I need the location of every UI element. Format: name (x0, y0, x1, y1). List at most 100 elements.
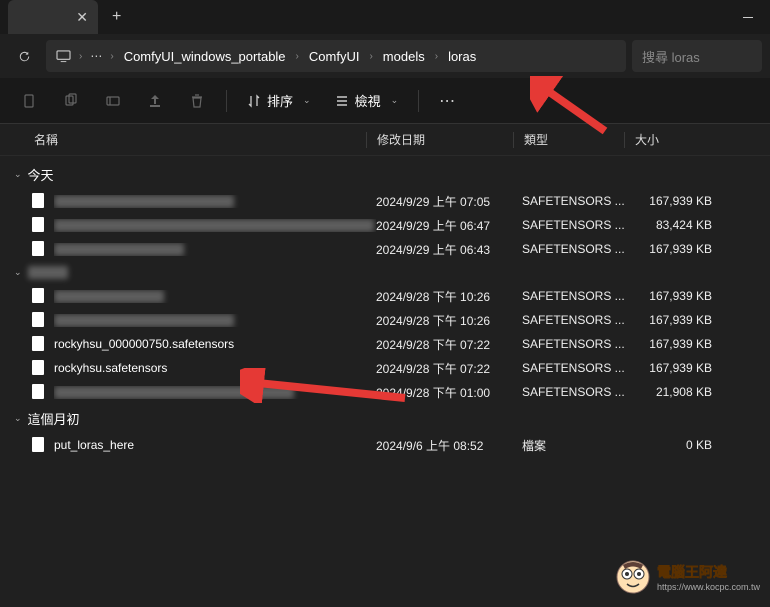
file-date: 2024/9/29 上午 06:47 (376, 217, 522, 234)
cut-icon (21, 93, 37, 109)
chevron-down-icon: ⌄ (14, 413, 22, 424)
close-tab-icon[interactable]: ✕ (76, 9, 88, 26)
share-button[interactable] (136, 83, 174, 119)
breadcrumb-item[interactable]: ComfyUI_windows_portable (118, 45, 292, 68)
file-size: 21,908 KB (632, 385, 722, 399)
file-icon (30, 360, 46, 376)
search-input[interactable]: 搜尋 loras (632, 40, 762, 72)
file-type: SAFETENSORS ... (522, 361, 632, 375)
copy-button[interactable] (52, 83, 90, 119)
delete-button[interactable] (178, 83, 216, 119)
file-type: 檔案 (522, 437, 632, 454)
file-name: put_loras_here (54, 438, 376, 452)
ellipsis-icon[interactable]: ⋯ (86, 49, 106, 63)
column-size[interactable]: 大小 (625, 131, 715, 148)
file-name (54, 219, 376, 232)
file-name (54, 386, 376, 399)
monitor-icon[interactable] (52, 50, 75, 63)
file-row[interactable]: put_loras_here2024/9/6 上午 08:52檔案0 KB (0, 433, 770, 457)
active-tab[interactable]: ✕ (8, 0, 98, 34)
chevron-down-icon: ⌄ (303, 95, 311, 106)
view-label: 檢視 (355, 91, 381, 110)
file-type: SAFETENSORS ... (522, 337, 632, 351)
file-date: 2024/9/28 下午 07:22 (376, 360, 522, 377)
file-row[interactable]: rockyhsu.safetensors2024/9/28 下午 07:22SA… (0, 356, 770, 380)
file-type: SAFETENSORS ... (522, 313, 632, 327)
file-name (54, 314, 376, 327)
file-icon (30, 312, 46, 328)
file-row[interactable]: 2024/9/29 上午 06:47SAFETENSORS ...83,424 … (0, 213, 770, 237)
file-row[interactable]: 2024/9/28 下午 10:26SAFETENSORS ...167,939… (0, 284, 770, 308)
breadcrumb[interactable]: › ⋯ › ComfyUI_windows_portable › ComfyUI… (46, 40, 626, 72)
cut-button[interactable] (10, 83, 48, 119)
file-size: 0 KB (632, 438, 722, 452)
file-name: rockyhsu.safetensors (54, 361, 376, 375)
file-size: 167,939 KB (632, 242, 722, 256)
file-icon (30, 384, 46, 400)
file-size: 167,939 KB (632, 337, 722, 351)
file-date: 2024/9/6 上午 08:52 (376, 437, 522, 454)
file-date: 2024/9/28 下午 10:26 (376, 312, 522, 329)
file-icon (30, 288, 46, 304)
file-row[interactable]: rockyhsu_000000750.safetensors2024/9/28 … (0, 332, 770, 356)
group-header[interactable]: ⌄今天 (0, 160, 770, 189)
refresh-icon (17, 49, 32, 64)
view-dropdown[interactable]: 檢視 ⌄ (325, 85, 409, 116)
watermark-url: https://www.kocpc.com.tw (657, 582, 760, 592)
group-header[interactable]: ⌄這個月初 (0, 404, 770, 433)
breadcrumb-item[interactable]: models (377, 45, 431, 68)
file-icon (30, 193, 46, 209)
rename-icon (105, 93, 121, 109)
trash-icon (189, 93, 205, 109)
ellipsis-icon: ⋯ (439, 91, 457, 111)
file-row[interactable]: 2024/9/29 上午 06:43SAFETENSORS ...167,939… (0, 237, 770, 261)
breadcrumb-item[interactable]: loras (442, 45, 482, 68)
more-button[interactable]: ⋯ (429, 83, 467, 119)
watermark: 電腦王阿達 https://www.kocpc.com.tw (615, 559, 760, 595)
file-name (54, 290, 376, 303)
file-name: rockyhsu_000000750.safetensors (54, 337, 376, 351)
file-icon (30, 217, 46, 233)
file-type: SAFETENSORS ... (522, 194, 632, 208)
group-header[interactable]: ⌄ (0, 261, 770, 284)
file-row[interactable]: 2024/9/28 下午 10:26SAFETENSORS ...167,939… (0, 308, 770, 332)
file-name (54, 195, 376, 208)
chevron-right-icon[interactable]: › (77, 51, 84, 62)
minimize-button[interactable] (726, 0, 770, 34)
toolbar: 排序 ⌄ 檢視 ⌄ ⋯ (0, 78, 770, 124)
file-row[interactable]: 2024/9/29 上午 07:05SAFETENSORS ...167,939… (0, 189, 770, 213)
copy-icon (63, 93, 79, 109)
file-type: SAFETENSORS ... (522, 385, 632, 399)
file-date: 2024/9/28 下午 10:26 (376, 288, 522, 305)
file-icon (30, 241, 46, 257)
file-type: SAFETENSORS ... (522, 289, 632, 303)
share-icon (147, 93, 163, 109)
chevron-down-icon: ⌄ (14, 169, 22, 180)
sort-icon (247, 94, 261, 108)
file-date: 2024/9/29 上午 07:05 (376, 193, 522, 210)
refresh-button[interactable] (8, 40, 40, 72)
file-name (54, 243, 376, 256)
column-type[interactable]: 類型 (514, 131, 624, 148)
column-headers: 名稱 修改日期 類型 大小 (0, 124, 770, 156)
minimize-icon (743, 17, 753, 18)
group-label (28, 266, 68, 279)
column-name[interactable]: 名稱 (14, 131, 366, 148)
new-tab-button[interactable]: + (112, 8, 121, 26)
file-type: SAFETENSORS ... (522, 218, 632, 232)
chevron-down-icon: ⌄ (14, 267, 22, 278)
column-date[interactable]: 修改日期 (367, 131, 513, 148)
file-row[interactable]: 2024/9/28 下午 01:00SAFETENSORS ...21,908 … (0, 380, 770, 404)
watermark-title: 電腦王阿達 (657, 562, 760, 582)
sort-dropdown[interactable]: 排序 ⌄ (237, 85, 321, 116)
file-size: 167,939 KB (632, 313, 722, 327)
titlebar: ✕ + (0, 0, 770, 34)
rename-button[interactable] (94, 83, 132, 119)
breadcrumb-item[interactable]: ComfyUI (303, 45, 366, 68)
file-size: 167,939 KB (632, 289, 722, 303)
file-date: 2024/9/28 下午 07:22 (376, 336, 522, 353)
file-list: ⌄今天2024/9/29 上午 07:05SAFETENSORS ...167,… (0, 156, 770, 457)
address-bar: › ⋯ › ComfyUI_windows_portable › ComfyUI… (0, 34, 770, 78)
file-size: 167,939 KB (632, 361, 722, 375)
file-size: 83,424 KB (632, 218, 722, 232)
